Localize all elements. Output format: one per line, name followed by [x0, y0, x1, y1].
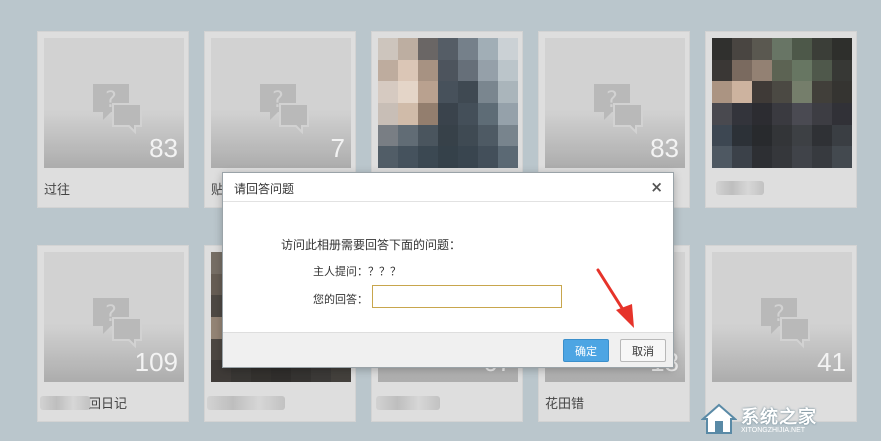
watermark-text: 系统之家: [741, 407, 817, 428]
question-text: ？？？: [368, 265, 401, 278]
dialog-prompt: 访问此相册需要回答下面的问题：: [281, 238, 462, 252]
dialog-header: 请回答问题 ×: [223, 173, 673, 202]
red-arrow-annotation: [596, 268, 634, 328]
close-icon[interactable]: ×: [650, 178, 663, 196]
answer-label: 您的回答：: [313, 293, 368, 306]
site-watermark: 系统之家 XITONGZHIJIA.NET: [697, 401, 873, 437]
watermark-subtext: XITONGZHIJIA.NET: [741, 427, 806, 434]
dialog-title: 请回答问题: [234, 182, 295, 196]
dialog-footer: 确定 取消: [223, 332, 673, 367]
question-label: 主人提问：: [313, 265, 368, 278]
question-row: 主人提问：？？？: [313, 263, 401, 279]
confirm-button[interactable]: 确定: [563, 339, 609, 362]
house-logo-icon: [701, 403, 737, 434]
answer-input[interactable]: [372, 285, 562, 308]
cancel-button[interactable]: 取消: [620, 339, 666, 362]
